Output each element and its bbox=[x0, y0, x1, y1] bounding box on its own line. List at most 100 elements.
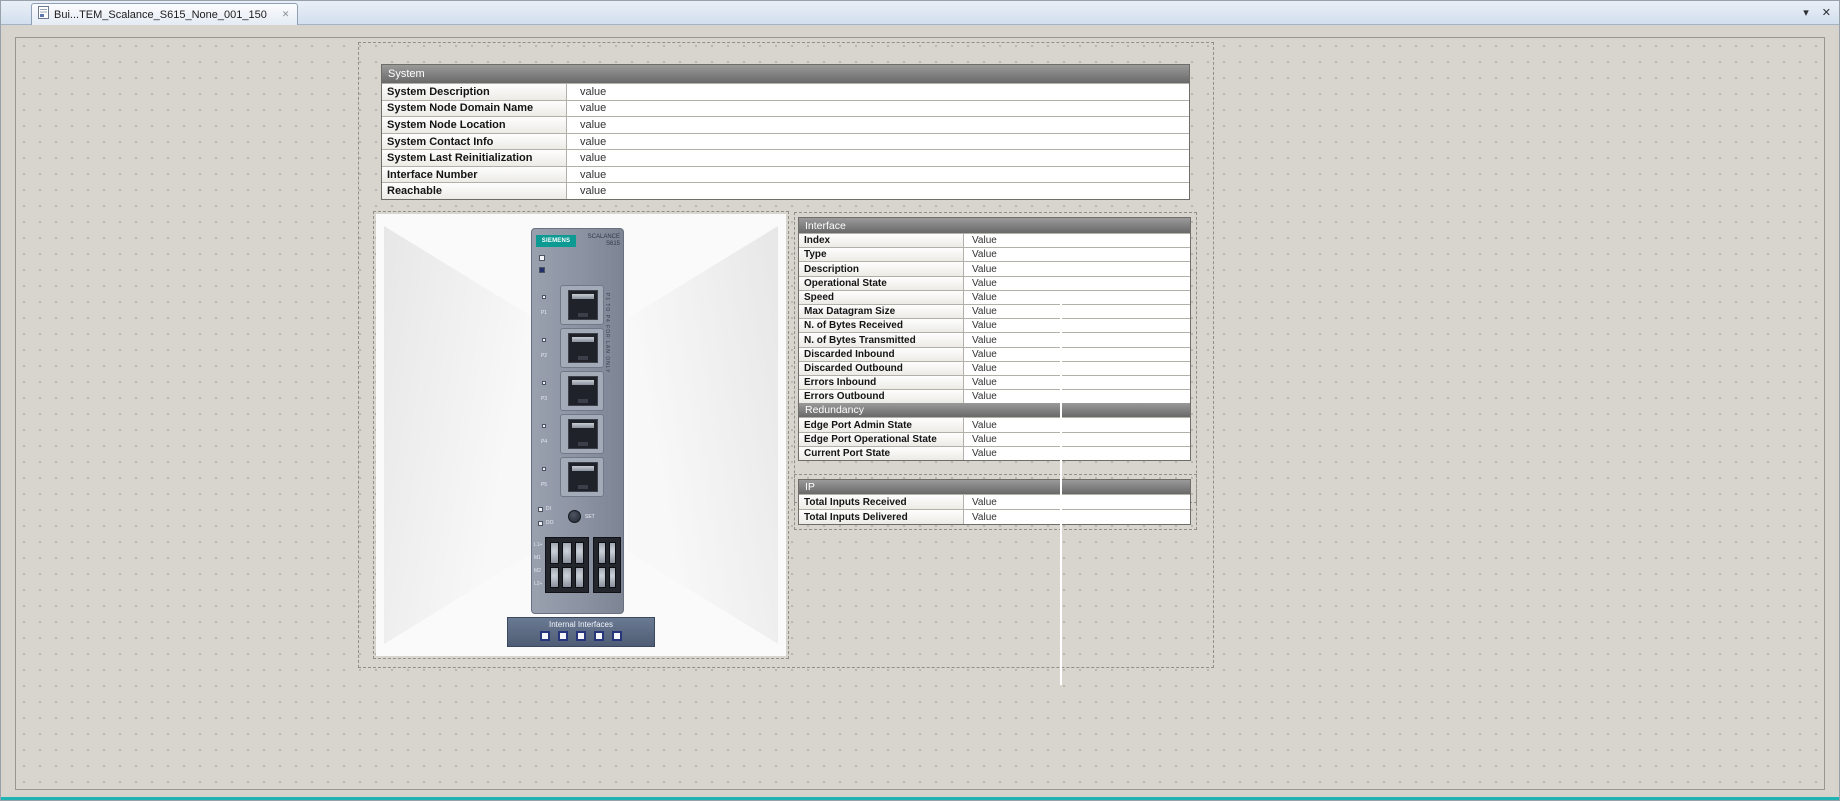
set-button-label: SET bbox=[585, 514, 595, 520]
internal-interface-indicator[interactable] bbox=[558, 631, 568, 641]
row-value: Value bbox=[964, 248, 1190, 261]
port-led bbox=[542, 467, 546, 471]
tab-faceplate[interactable]: Bui...TEM_Scalance_S615_None_001_150 ✕ bbox=[31, 3, 298, 25]
internal-interface-indicator[interactable] bbox=[576, 631, 586, 641]
row-label: Reachable bbox=[382, 183, 567, 199]
port-module: P5 bbox=[552, 457, 604, 497]
table-row: System Last Reinitialization value bbox=[382, 149, 1189, 166]
rj45-jack bbox=[568, 333, 598, 363]
device-model-label: SCALANCE S615 bbox=[588, 234, 620, 248]
model-line1: SCALANCE bbox=[588, 234, 620, 241]
rj45-jack bbox=[568, 376, 598, 406]
row-value: Value bbox=[964, 390, 1190, 403]
row-label: Description bbox=[799, 262, 964, 275]
row-label: Total Inputs Received bbox=[799, 495, 964, 509]
row-label: Speed bbox=[799, 291, 964, 304]
table-row: Operational State Value bbox=[799, 276, 1190, 290]
window-controls: ▾ ✕ bbox=[1803, 5, 1831, 21]
row-value: Value bbox=[964, 234, 1190, 247]
table-row: System Node Domain Name value bbox=[382, 100, 1189, 117]
row-label: Errors Inbound bbox=[799, 376, 964, 389]
internal-interface-indicator[interactable] bbox=[612, 631, 622, 641]
terminal-labels: L1+ M1 M2 L2+ bbox=[534, 539, 542, 591]
terminal-screw bbox=[550, 567, 559, 589]
close-icon[interactable]: ✕ bbox=[1822, 5, 1831, 21]
port-label: P4 bbox=[538, 424, 550, 448]
system-table-header: System bbox=[382, 65, 1189, 83]
document-icon bbox=[38, 6, 49, 24]
redundancy-header: Redundancy bbox=[799, 403, 1190, 417]
internal-interface-indicator[interactable] bbox=[594, 631, 604, 641]
dropdown-icon[interactable]: ▾ bbox=[1803, 5, 1809, 21]
row-value: value bbox=[567, 167, 1189, 183]
terminal-screw bbox=[550, 542, 559, 564]
table-row: Discarded Outbound Value bbox=[799, 361, 1190, 375]
table-row: Discarded Inbound Value bbox=[799, 347, 1190, 361]
terminal-block bbox=[593, 537, 621, 593]
terminal-block bbox=[545, 537, 589, 593]
table-row: Errors Outbound Value bbox=[799, 389, 1190, 403]
interface-table[interactable]: Interface Index Value Type Value Descrip… bbox=[798, 217, 1191, 461]
port-plate bbox=[560, 328, 604, 368]
terminal-screw bbox=[575, 542, 584, 564]
tab-bar: Bui...TEM_Scalance_S615_None_001_150 ✕ ▾… bbox=[1, 1, 1839, 25]
row-label: Max Datagram Size bbox=[799, 305, 964, 318]
internal-interfaces-label: Internal Interfaces bbox=[508, 620, 654, 629]
led-square bbox=[538, 521, 543, 526]
set-button bbox=[568, 510, 581, 523]
row-label: N. of Bytes Transmitted bbox=[799, 333, 964, 346]
row-label: Type bbox=[799, 248, 964, 261]
port-led bbox=[542, 338, 546, 342]
row-value: Value bbox=[964, 433, 1190, 446]
row-label: Interface Number bbox=[382, 167, 567, 183]
led-square bbox=[538, 507, 543, 512]
siemens-logo: SIEMENS bbox=[536, 235, 576, 247]
internal-interfaces-bar: Internal Interfaces bbox=[507, 617, 655, 647]
vertical-guide-line bbox=[1060, 294, 1062, 685]
terminal-screw bbox=[598, 567, 606, 589]
digital-output-led: DO bbox=[538, 520, 554, 526]
terminal-label: L2+ bbox=[534, 578, 542, 591]
table-row: Current Port State Value bbox=[799, 446, 1190, 460]
row-value: Value bbox=[964, 305, 1190, 318]
row-value: Value bbox=[964, 510, 1190, 524]
terminal-screw bbox=[609, 542, 617, 564]
ip-table-header: IP bbox=[799, 480, 1190, 494]
table-row: Type Value bbox=[799, 247, 1190, 261]
tab-close-icon[interactable]: ✕ bbox=[282, 9, 290, 20]
row-value: Value bbox=[964, 495, 1190, 509]
design-canvas[interactable]: System System Description value System N… bbox=[15, 37, 1825, 790]
row-value: value bbox=[567, 183, 1189, 199]
table-row: Reachable value bbox=[382, 182, 1189, 199]
scalance-device: SIEMENS SCALANCE S615 P1 P2 bbox=[531, 228, 624, 614]
row-value: Value bbox=[964, 333, 1190, 346]
row-label: System Node Location bbox=[382, 117, 567, 133]
terminal-screw bbox=[562, 542, 571, 564]
ip-table[interactable]: IP Total Inputs Received Value Total Inp… bbox=[798, 479, 1191, 525]
table-row: Interface Number value bbox=[382, 166, 1189, 183]
table-row: N. of Bytes Transmitted Value bbox=[799, 332, 1190, 346]
row-label: Discarded Inbound bbox=[799, 348, 964, 361]
digital-input-led: DI bbox=[538, 506, 551, 512]
system-table[interactable]: System System Description value System N… bbox=[381, 64, 1190, 200]
row-value: Value bbox=[964, 262, 1190, 275]
row-label: System Contact Info bbox=[382, 134, 567, 150]
port-module: P3 bbox=[552, 371, 604, 411]
device-image-panel[interactable]: SIEMENS SCALANCE S615 P1 P2 bbox=[376, 214, 786, 656]
terminal-label: M1 bbox=[534, 552, 542, 565]
row-value: Value bbox=[964, 447, 1190, 460]
row-label: System Node Domain Name bbox=[382, 101, 567, 117]
port-plate bbox=[560, 457, 604, 497]
interface-table-header: Interface bbox=[799, 218, 1190, 233]
row-value: Value bbox=[964, 348, 1190, 361]
terminal-screw bbox=[562, 567, 571, 589]
row-value: value bbox=[567, 150, 1189, 166]
internal-interface-indicator[interactable] bbox=[540, 631, 550, 641]
table-row: Total Inputs Delivered Value bbox=[799, 509, 1190, 524]
port-module: P1 bbox=[552, 285, 604, 325]
row-value: value bbox=[567, 84, 1189, 100]
row-value: Value bbox=[964, 291, 1190, 304]
port-led bbox=[542, 295, 546, 299]
table-row: Speed Value bbox=[799, 290, 1190, 304]
port-module: P4 bbox=[552, 414, 604, 454]
